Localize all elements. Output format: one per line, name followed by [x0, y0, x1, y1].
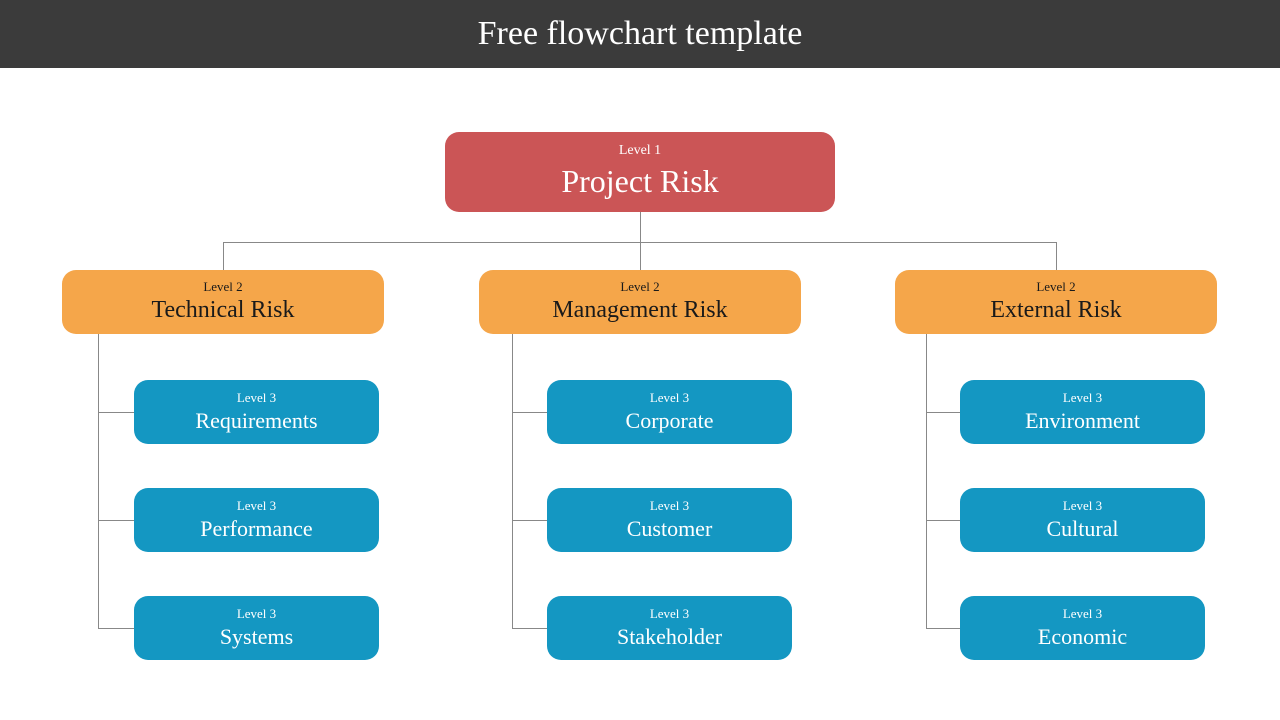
node-level-label: Level 3: [237, 606, 276, 622]
node-title: Environment: [1025, 408, 1140, 434]
connector: [640, 242, 641, 270]
connector: [926, 334, 927, 628]
connector: [98, 412, 134, 413]
node-title: Technical Risk: [152, 296, 295, 325]
node-title: Customer: [627, 516, 713, 542]
node-management-risk: Level 2 Management Risk: [479, 270, 801, 334]
connector: [223, 242, 224, 270]
node-root: Level 1 Project Risk: [445, 132, 835, 212]
node-level-label: Level 1: [619, 143, 661, 160]
node-requirements: Level 3 Requirements: [134, 380, 379, 444]
node-title: Economic: [1038, 624, 1127, 650]
node-title: Systems: [220, 624, 293, 650]
connector: [926, 412, 962, 413]
node-economic: Level 3 Economic: [960, 596, 1205, 660]
connector: [98, 628, 134, 629]
node-title: Management Risk: [552, 296, 727, 325]
connector: [512, 520, 548, 521]
connector: [98, 520, 134, 521]
node-level-label: Level 3: [237, 390, 276, 406]
connector: [926, 520, 962, 521]
node-title: External Risk: [990, 296, 1121, 325]
node-level-label: Level 2: [620, 279, 659, 295]
node-title: Requirements: [195, 408, 317, 434]
node-external-risk: Level 2 External Risk: [895, 270, 1217, 334]
node-level-label: Level 3: [650, 606, 689, 622]
node-technical-risk: Level 2 Technical Risk: [62, 270, 384, 334]
node-title: Stakeholder: [617, 624, 722, 650]
node-customer: Level 3 Customer: [547, 488, 792, 552]
node-environment: Level 3 Environment: [960, 380, 1205, 444]
node-level-label: Level 3: [1063, 390, 1102, 406]
node-cultural: Level 3 Cultural: [960, 488, 1205, 552]
connector: [926, 628, 962, 629]
node-level-label: Level 3: [650, 498, 689, 514]
connector: [640, 212, 641, 242]
connector: [512, 628, 548, 629]
node-level-label: Level 3: [237, 498, 276, 514]
node-stakeholder: Level 3 Stakeholder: [547, 596, 792, 660]
page-header: Free flowchart template: [0, 0, 1280, 68]
connector: [512, 334, 513, 628]
node-level-label: Level 3: [1063, 498, 1102, 514]
node-level-label: Level 2: [203, 279, 242, 295]
flowchart-canvas: Level 1 Project Risk Level 2 Technical R…: [0, 68, 1280, 720]
node-title: Performance: [200, 516, 312, 542]
node-level-label: Level 3: [650, 390, 689, 406]
node-systems: Level 3 Systems: [134, 596, 379, 660]
connector: [512, 412, 548, 413]
connector: [98, 334, 99, 628]
node-level-label: Level 2: [1036, 279, 1075, 295]
node-performance: Level 3 Performance: [134, 488, 379, 552]
page-title: Free flowchart template: [478, 15, 803, 53]
node-title: Project Risk: [561, 162, 718, 200]
node-title: Corporate: [626, 408, 714, 434]
node-corporate: Level 3 Corporate: [547, 380, 792, 444]
node-level-label: Level 3: [1063, 606, 1102, 622]
connector: [1056, 242, 1057, 270]
node-title: Cultural: [1046, 516, 1118, 542]
